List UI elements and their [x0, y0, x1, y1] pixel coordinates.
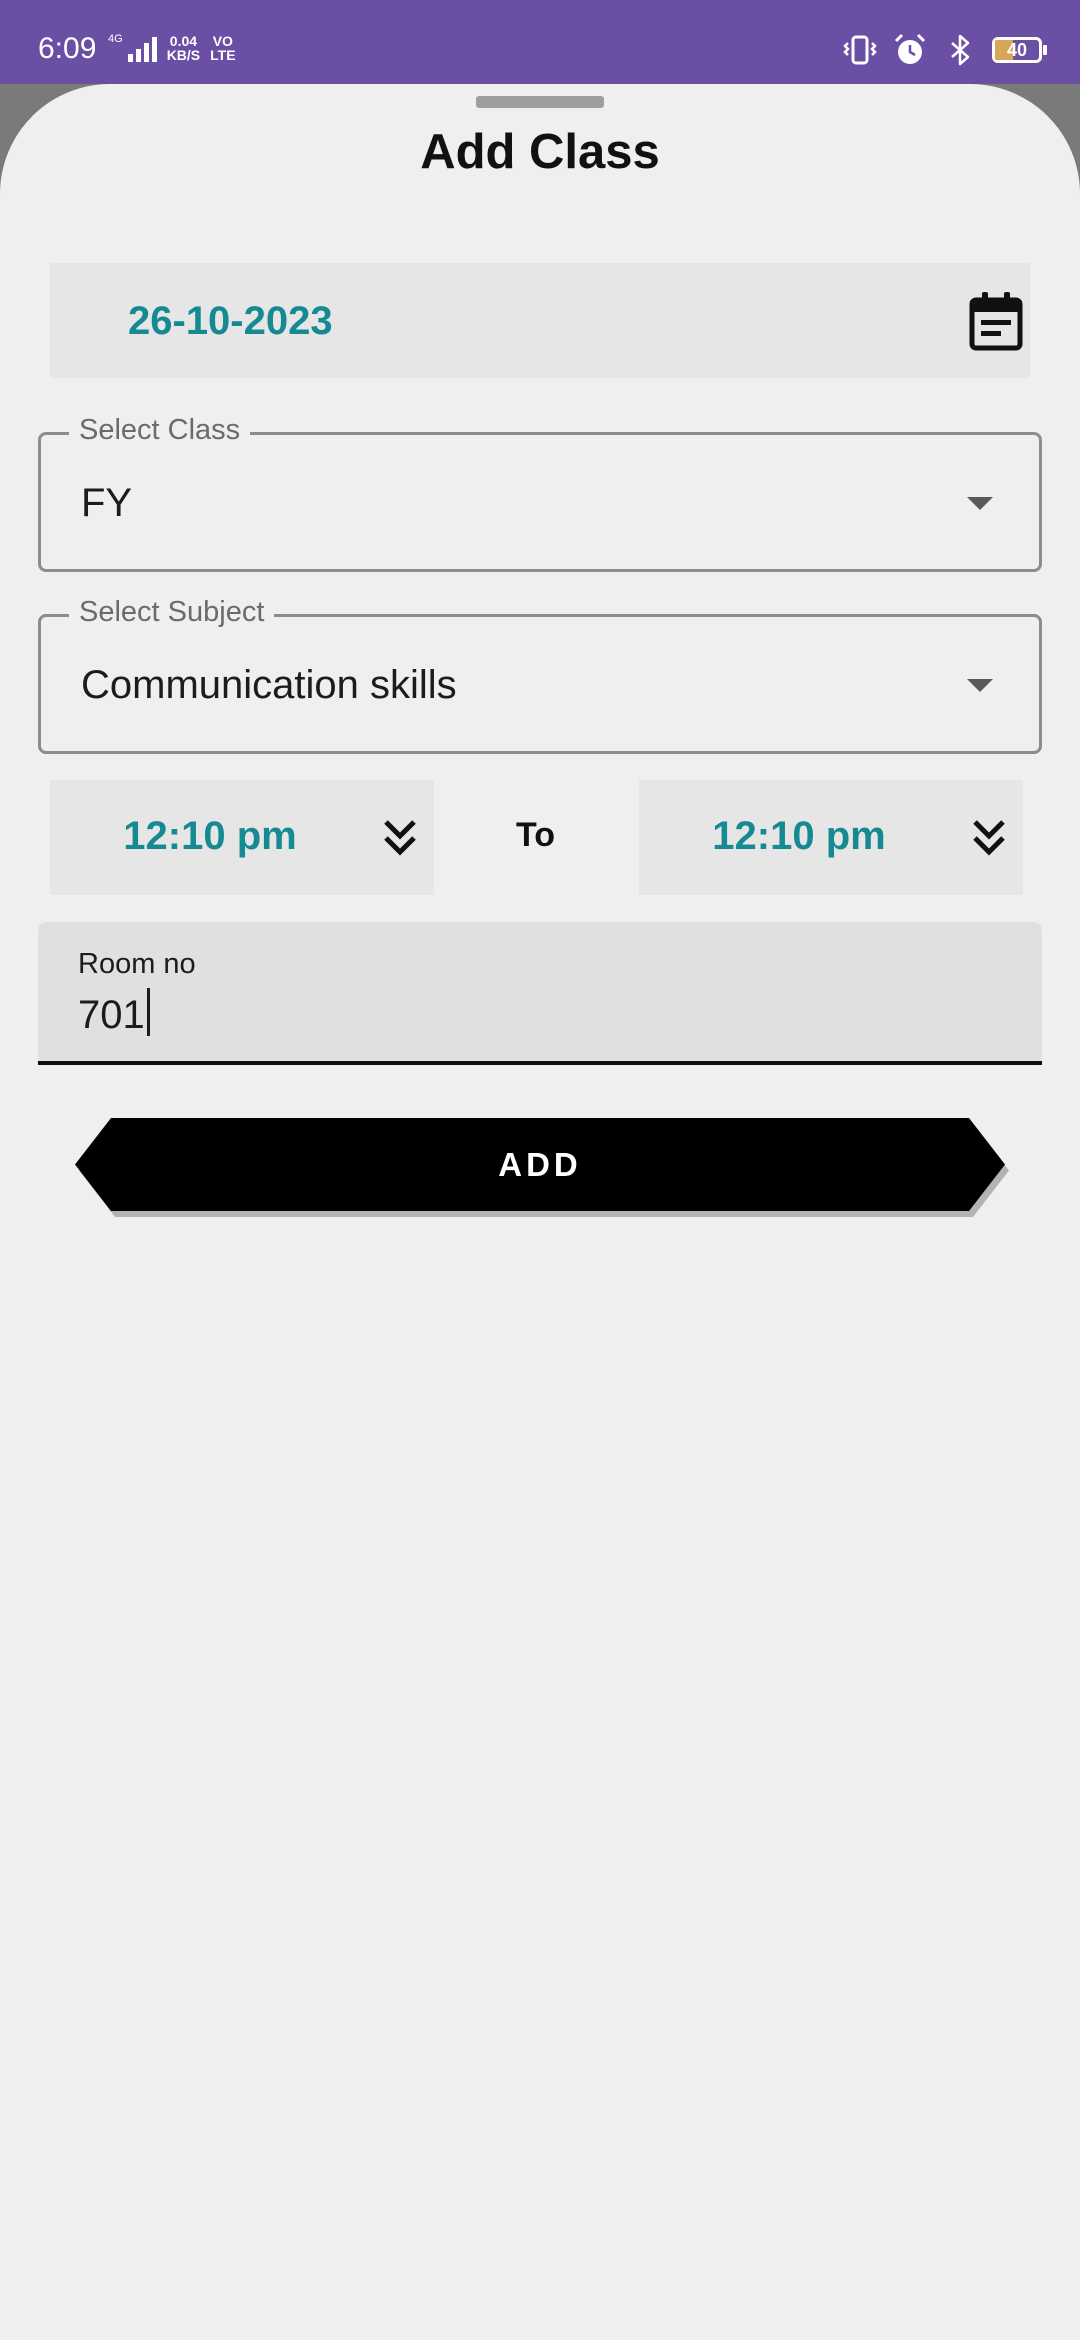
status-time: 6:09 — [38, 32, 97, 65]
end-time-picker[interactable]: 12:10 pm — [639, 780, 1023, 895]
room-no-input[interactable]: Room no 701 — [38, 922, 1042, 1065]
calendar-icon[interactable] — [968, 291, 1024, 351]
select-subject-label: Select Subject — [69, 596, 275, 629]
volte-icon: VO LTE — [210, 34, 235, 62]
dropdown-arrow-icon — [967, 497, 993, 510]
select-subject-dropdown[interactable]: Select Subject Communication skills — [38, 596, 1042, 754]
select-class-dropdown[interactable]: Select Class FY — [38, 414, 1042, 572]
double-chevron-down-icon — [973, 820, 1005, 856]
net-speed: 0.04 KB/S — [167, 34, 200, 62]
sheet-title: Add Class — [420, 125, 660, 179]
bluetooth-icon — [951, 34, 970, 66]
status-bar: 6:09 4G 0.04 KB/S VO LTE 40 — [0, 0, 1080, 84]
vibrate-icon — [843, 35, 877, 65]
net-speed-value: 0.04 — [169, 33, 198, 49]
room-no-label: Room no — [78, 948, 196, 980]
status-left-icons: 4G 0.04 KB/S VO LTE — [108, 34, 236, 62]
date-value: 26-10-2023 — [128, 299, 333, 343]
end-time-value: 12:10 pm — [712, 814, 886, 858]
network-type: 4G — [108, 33, 123, 45]
time-separator-label: To — [516, 816, 556, 854]
dropdown-arrow-icon — [967, 679, 993, 692]
select-class-label: Select Class — [69, 414, 251, 447]
status-right-icons: 40 — [842, 32, 1047, 68]
volte-bottom: LTE — [210, 47, 236, 63]
select-class-value: FY — [81, 481, 133, 525]
volte-top: VO — [212, 33, 233, 49]
add-class-sheet: Add Class 26-10-2023 Select Class FY Sel… — [0, 84, 1080, 2340]
room-no-value: 701 — [78, 993, 145, 1037]
double-chevron-down-icon — [384, 820, 416, 856]
drag-handle[interactable] — [476, 96, 604, 108]
battery-level: 40 — [1006, 39, 1028, 60]
select-subject-value: Communication skills — [81, 663, 457, 707]
text-cursor — [146, 988, 150, 1036]
room-no-value-wrap: 701 — [78, 988, 150, 1038]
alarm-icon — [894, 33, 926, 64]
date-picker-field[interactable]: 26-10-2023 — [50, 263, 1030, 378]
battery-icon: 40 — [992, 37, 1047, 63]
start-time-picker[interactable]: 12:10 pm — [50, 780, 434, 895]
add-button-label: ADD — [498, 1145, 582, 1183]
net-speed-unit: KB/S — [166, 47, 201, 63]
start-time-value: 12:10 pm — [123, 814, 297, 858]
add-button[interactable]: ADD — [75, 1118, 1005, 1211]
signal-icon: 4G — [108, 34, 157, 62]
